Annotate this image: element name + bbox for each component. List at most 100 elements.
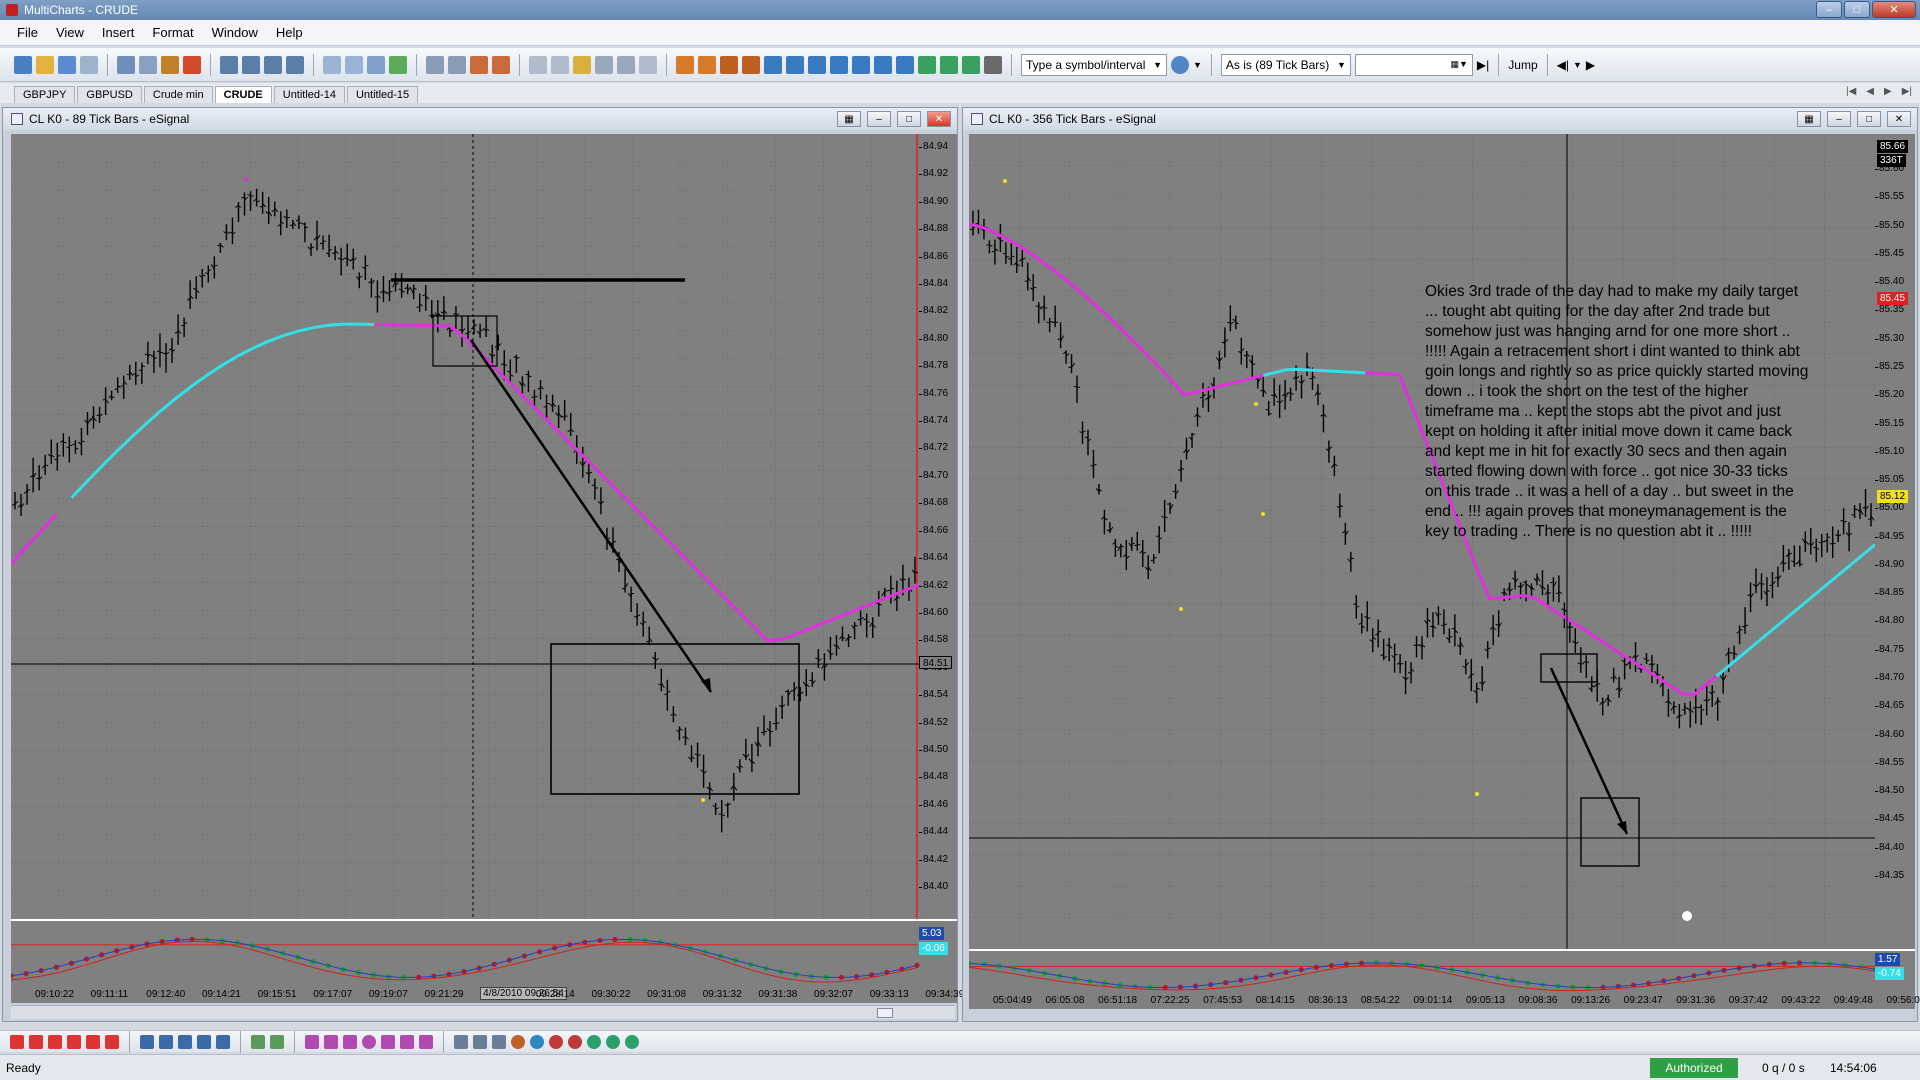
nav-forward-icon[interactable]: ▶ <box>1586 58 1595 72</box>
scanner-icon[interactable] <box>139 55 157 74</box>
table-icon[interactable] <box>270 1034 284 1049</box>
arc-icon[interactable] <box>159 1034 173 1049</box>
left-price-axis[interactable]: 84.94 84.92 84.90 84.88 84.86 84.84 84.82 84.80… <box>918 134 957 919</box>
bar-style-icon[interactable] <box>220 55 238 74</box>
menu-view[interactable]: View <box>47 25 93 40</box>
fib-icon[interactable] <box>448 55 466 74</box>
rectangle-tool-icon[interactable] <box>343 1034 357 1049</box>
stack-icon[interactable] <box>742 55 760 74</box>
new-icon[interactable] <box>14 55 32 74</box>
fib-retracement-icon[interactable] <box>105 1034 119 1049</box>
menu-file[interactable]: File <box>8 25 47 40</box>
open-icon[interactable] <box>36 55 54 74</box>
restore-icon[interactable]: ▦ <box>1797 111 1821 127</box>
stop-icon[interactable] <box>568 1034 582 1049</box>
world-tool-icon[interactable] <box>530 1034 544 1049</box>
forward-icon[interactable] <box>606 1034 620 1049</box>
close-icon[interactable]: ✕ <box>1887 111 1911 127</box>
close-button[interactable]: ✕ <box>1872 1 1916 18</box>
next-tab-icon[interactable]: ▶ <box>1884 86 1892 97</box>
reload-icon[interactable] <box>940 55 958 74</box>
left-price-plot[interactable] <box>11 134 919 919</box>
first-tab-icon[interactable]: |◀ <box>1846 86 1856 97</box>
alert-icon[interactable] <box>470 55 488 74</box>
scroll-right-icon[interactable] <box>830 55 848 74</box>
chevron-down-icon[interactable]: ▼ <box>1193 60 1202 70</box>
strategy-icon[interactable] <box>345 55 363 74</box>
trendline-icon[interactable] <box>10 1034 24 1049</box>
bars-icon[interactable] <box>197 1034 211 1049</box>
play-icon[interactable] <box>587 1034 601 1049</box>
tab-untitled-14[interactable]: Untitled-14 <box>273 86 345 103</box>
minimize-icon[interactable]: – <box>1827 111 1851 127</box>
menu-insert[interactable]: Insert <box>93 25 144 40</box>
comment-icon[interactable] <box>573 55 591 74</box>
gann-icon[interactable] <box>251 1034 265 1049</box>
scroll-up-icon[interactable] <box>764 55 782 74</box>
crosshair-icon[interactable] <box>551 55 569 74</box>
pen-tool-icon[interactable] <box>381 1034 395 1049</box>
sum-icon[interactable] <box>720 55 738 74</box>
scroll-down-icon[interactable] <box>786 55 804 74</box>
right-price-plot[interactable]: Okies 3rd trade of the day had to make m… <box>969 134 1875 949</box>
right-oscillator-pane[interactable]: 1.57 -0.74 <box>969 949 1915 993</box>
tab-gbpusd[interactable]: GBPUSD <box>77 86 142 103</box>
vertical-line-icon[interactable] <box>48 1034 62 1049</box>
right-price-axis[interactable]: 85.66 336T 85.45 85.12 85.60 85.55 85.50 85… <box>1874 134 1915 949</box>
link-icon[interactable] <box>595 55 613 74</box>
date-input[interactable]: ▦▼ <box>1354 53 1473 76</box>
tab-crude-min[interactable]: Crude min <box>143 86 213 103</box>
save-icon[interactable] <box>58 55 76 74</box>
playback-icon[interactable] <box>676 55 694 74</box>
tab-untitled-15[interactable]: Untitled-15 <box>346 86 419 103</box>
minimize-button[interactable]: – <box>1816 1 1842 18</box>
tick-tool-icon[interactable] <box>454 1034 468 1049</box>
zoom-in-icon[interactable] <box>874 55 892 74</box>
maximize-button[interactable]: □ <box>1844 1 1870 18</box>
menu-format[interactable]: Format <box>143 25 202 40</box>
panel-icon[interactable] <box>639 55 657 74</box>
left-time-axis[interactable]: 09:10:22 09:11:11 09:12:40 09:14:21 09:15:51… <box>11 987 964 1003</box>
right-chart-titlebar[interactable]: CL K0 - 356 Tick Bars - eSignal ▦ – □ ✕ <box>963 108 1917 130</box>
menu-window[interactable]: Window <box>203 25 267 40</box>
interval-select[interactable]: As is (89 Tick Bars) ▼ <box>1220 53 1351 76</box>
ellipse-tool-icon[interactable] <box>305 1034 319 1049</box>
step-icon[interactable] <box>698 55 716 74</box>
last-tab-icon[interactable]: ▶| <box>1902 86 1912 97</box>
delete-icon[interactable] <box>492 55 510 74</box>
print-icon[interactable] <box>80 55 98 74</box>
cycle-icon[interactable] <box>216 1034 230 1049</box>
record-icon[interactable] <box>549 1034 563 1049</box>
camera-icon[interactable] <box>984 55 1002 74</box>
tab-gbpjpy[interactable]: GBPJPY <box>14 86 76 103</box>
horizontal-line-icon[interactable] <box>29 1034 43 1049</box>
minimize-icon[interactable]: – <box>867 111 891 127</box>
drawing-icon[interactable] <box>426 55 444 74</box>
right-time-axis[interactable]: 05:04:49 06:05:08 06:51:18 07:22:25 07:45:53… <box>969 993 1920 1009</box>
zoom-out-icon[interactable] <box>896 55 914 74</box>
left-chart-titlebar[interactable]: CL K0 - 89 Tick Bars - eSignal ▦ – □ ✕ <box>3 108 957 130</box>
refresh-icon[interactable] <box>918 55 936 74</box>
maximize-icon[interactable]: □ <box>897 111 921 127</box>
symbol-input[interactable]: Type a symbol/interval ▼ <box>1021 53 1167 76</box>
go-to-end-icon[interactable]: ▶| <box>1477 58 1489 72</box>
maximize-icon[interactable]: □ <box>1857 111 1881 127</box>
candle-style-icon[interactable] <box>242 55 260 74</box>
color-tool-icon[interactable] <box>511 1034 525 1049</box>
menu-help[interactable]: Help <box>267 25 312 40</box>
restore-icon[interactable]: ▦ <box>837 111 861 127</box>
vol-tool-icon[interactable] <box>473 1034 487 1049</box>
pointer-icon[interactable] <box>367 55 385 74</box>
circle-tool-icon[interactable] <box>362 1034 376 1049</box>
left-oscillator-pane[interactable]: 5.03 -0.06 <box>11 919 957 987</box>
pitchfork-icon[interactable] <box>86 1034 100 1049</box>
right-chart-window[interactable]: CL K0 - 356 Tick Bars - eSignal ▦ – □ ✕ … <box>962 107 1920 1022</box>
grid-icon[interactable] <box>140 1034 154 1049</box>
jump-button[interactable]: Jump <box>1508 58 1537 72</box>
left-horizontal-scrollbar[interactable] <box>11 1005 955 1019</box>
arrow-down-tool-icon[interactable] <box>400 1034 414 1049</box>
globe-icon[interactable] <box>1171 55 1189 74</box>
format-icon[interactable] <box>286 55 304 74</box>
prev-tab-icon[interactable]: ◀ <box>1866 86 1874 97</box>
chart-window-icon[interactable] <box>117 55 135 74</box>
